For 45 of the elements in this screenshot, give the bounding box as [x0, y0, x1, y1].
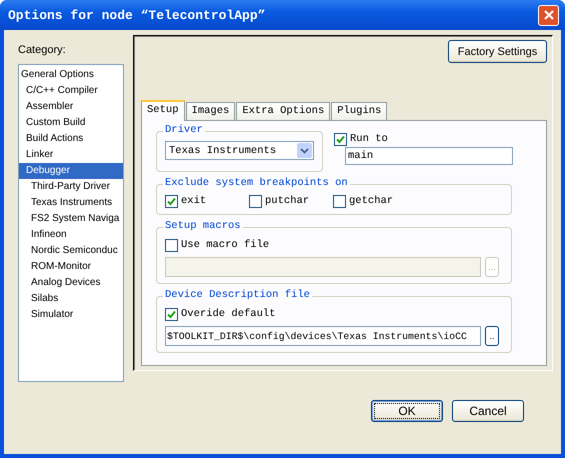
window-title: Options for node “TelecontrolApp”	[8, 8, 266, 22]
category-item[interactable]: FS2 System Naviga	[19, 211, 123, 227]
category-item[interactable]: Third-Party Driver	[19, 179, 123, 195]
tab[interactable]: Extra Options	[236, 102, 330, 120]
category-item[interactable]: C/C++ Compiler	[19, 83, 123, 99]
category-item[interactable]: Assembler	[19, 99, 123, 115]
group-label: Exclude system breakpoints on	[163, 177, 350, 189]
category-item[interactable]: Build Actions	[19, 131, 123, 147]
driver-dropdown[interactable]: Texas Instruments	[165, 141, 314, 160]
dialog-button[interactable]: OK	[371, 400, 443, 422]
category-item[interactable]: Linker	[19, 147, 123, 163]
run-to-field[interactable]: main	[345, 147, 513, 165]
tab[interactable]: Images	[186, 102, 236, 120]
category-item[interactable]: Debugger	[19, 163, 123, 179]
category-item[interactable]: Nordic Semiconduc	[19, 243, 123, 259]
group-label: Setup macros	[163, 220, 243, 232]
checkbox-label: Use macro file	[181, 239, 270, 251]
checkbox[interactable]	[334, 132, 347, 146]
factory-settings-button[interactable]: Factory Settings	[448, 40, 547, 63]
category-label: Category:	[18, 44, 67, 58]
category-item[interactable]: Infineon	[19, 227, 123, 243]
checkbox-label: Run to	[350, 133, 388, 145]
checkbox-label: putchar	[265, 195, 310, 207]
close-button[interactable]	[538, 4, 559, 26]
checkbox-label: getchar	[349, 195, 394, 207]
category-item[interactable]: ROM-Monitor	[19, 259, 123, 275]
checkbox[interactable]	[249, 194, 262, 208]
checkbox-label: Overide default	[181, 308, 276, 320]
category-item[interactable]: Silabs	[19, 291, 123, 307]
category-item[interactable]: Texas Instruments	[19, 195, 123, 211]
category-item[interactable]: General Options	[19, 67, 123, 83]
tab[interactable]: Setup	[141, 100, 185, 121]
category-item[interactable]: Simulator	[19, 307, 123, 323]
tab[interactable]: Plugins	[331, 102, 388, 120]
dialog-button[interactable]: Cancel	[452, 400, 524, 422]
checkbox[interactable]	[165, 308, 178, 320]
category-item[interactable]: Custom Build	[19, 115, 123, 131]
checkbox[interactable]	[165, 194, 178, 208]
browse-button[interactable]: ..	[485, 326, 499, 346]
group-label: Device Description file	[163, 289, 312, 301]
category-item[interactable]: Analog Devices	[19, 275, 123, 291]
file-path-field[interactable]: $TOOLKIT_DIR$\config\devices\Texas Instruments\ioCC	[165, 326, 481, 346]
checkbox[interactable]	[333, 194, 346, 208]
checkbox-label: exit	[181, 195, 206, 207]
close-icon	[542, 9, 554, 21]
